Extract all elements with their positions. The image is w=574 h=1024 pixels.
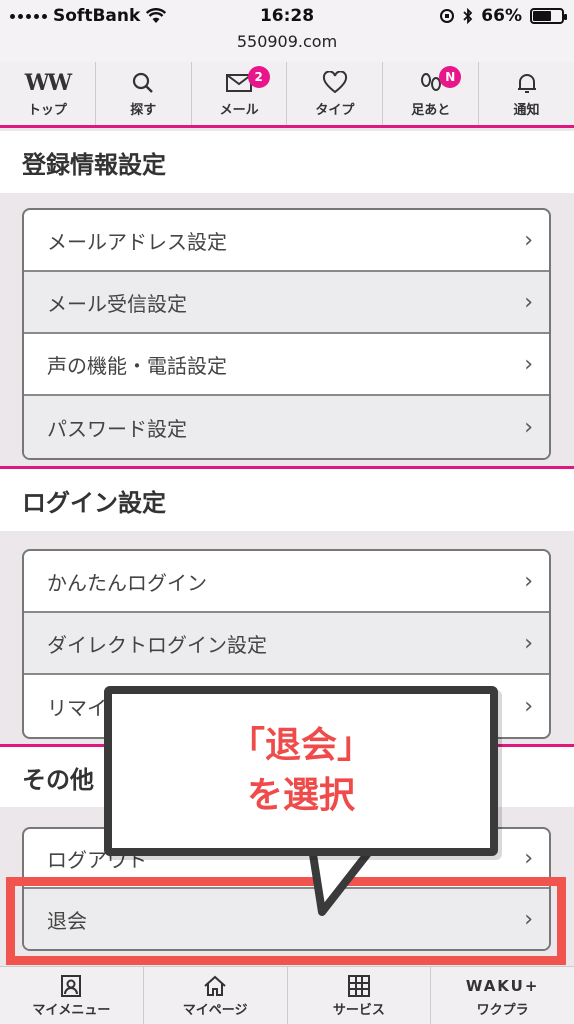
search-icon <box>133 72 154 93</box>
chevron-right-icon: › <box>524 845 533 871</box>
callout-line1: 「退会」 <box>228 725 373 766</box>
bottom-nav-mymenu[interactable]: マイメニュー <box>0 967 144 1024</box>
url-bar[interactable]: 550909.com <box>0 32 574 51</box>
bottom-nav-mymenu-label: マイメニュー <box>32 1003 111 1018</box>
list-item-voice-phone[interactable]: 声の機能・電話設定 › <box>24 334 549 396</box>
bluetooth-icon <box>463 8 473 24</box>
status-bar: SoftBank 16:28 66% 550909.com <box>0 0 574 62</box>
heart-icon <box>322 71 347 94</box>
bottom-nav-mypage[interactable]: マイページ <box>144 967 288 1024</box>
bottom-nav-wakuplus-label: ワクプラ <box>476 1003 529 1018</box>
footprint-badge: N <box>439 66 462 88</box>
chevron-right-icon: › <box>524 227 533 253</box>
nav-type[interactable]: タイプ <box>287 62 384 125</box>
nav-notifications-label: 通知 <box>513 103 540 118</box>
list-item-label: かんたんログイン <box>47 570 207 595</box>
section-title-registration: 登録情報設定 <box>0 131 574 193</box>
top-nav: WW トップ 探す 2 メール タイプ N 足あと 通知 <box>0 62 574 128</box>
bottom-nav-mypage-label: マイページ <box>182 1003 248 1018</box>
bottom-nav-service-label: サービス <box>332 1003 385 1018</box>
list-item-mail-address[interactable]: メールアドレス設定 › <box>24 210 549 272</box>
nav-footprints[interactable]: N 足あと <box>383 62 480 125</box>
list-item-label: メール受信設定 <box>47 291 187 316</box>
chevron-right-icon: › <box>524 414 533 440</box>
list-item-label: 声の機能・電話設定 <box>47 353 227 378</box>
nav-search-label: 探す <box>130 103 157 118</box>
section-title-login: ログイン設定 <box>0 469 574 531</box>
bottom-nav-service[interactable]: サービス <box>288 967 432 1024</box>
nav-footprints-label: 足あと <box>411 103 451 118</box>
list-item-direct-login[interactable]: ダイレクトログイン設定 › <box>24 613 549 675</box>
battery-percent: 66% <box>481 6 522 26</box>
list-item-label: リマイ <box>47 695 107 720</box>
bottom-nav: マイメニュー マイページ サービス WAKU+ ワクプラ <box>0 966 574 1024</box>
list-item-label: メールアドレス設定 <box>47 229 227 254</box>
ww-logo: WW <box>24 70 72 96</box>
orientation-lock-icon <box>440 9 455 23</box>
battery-icon <box>530 8 567 24</box>
nav-top-label: トップ <box>27 103 67 118</box>
chevron-right-icon: › <box>524 289 533 315</box>
mail-badge: 2 <box>247 66 270 88</box>
list-item-mail-receive[interactable]: メール受信設定 › <box>24 272 549 334</box>
bell-icon <box>517 74 536 93</box>
chevron-right-icon: › <box>524 630 533 656</box>
nav-top[interactable]: WW トップ <box>0 62 96 125</box>
callout-bubble: 「退会」 を選択 <box>104 686 498 856</box>
callout-line2: を選択 <box>246 775 355 816</box>
wakuplus-logo: WAKU+ <box>465 977 540 995</box>
callout-tail <box>308 846 376 916</box>
list-item-easy-login[interactable]: かんたんログイン › <box>24 551 549 613</box>
bottom-nav-wakuplus[interactable]: WAKU+ ワクプラ <box>431 967 574 1024</box>
nav-type-label: タイプ <box>315 103 355 118</box>
list-item-label: ダイレクトログイン設定 <box>47 632 267 657</box>
highlight-box <box>6 877 566 965</box>
list-item-password[interactable]: パスワード設定 › <box>24 396 549 458</box>
registration-settings-list: メールアドレス設定 › メール受信設定 › 声の機能・電話設定 › パスワード設定 › <box>22 208 551 460</box>
profile-icon <box>61 975 82 997</box>
nav-mail[interactable]: 2 メール <box>192 62 288 125</box>
chevron-right-icon: › <box>524 693 533 719</box>
list-item-label: パスワード設定 <box>47 416 187 441</box>
home-icon <box>204 975 226 996</box>
grid-icon <box>347 975 370 997</box>
chevron-right-icon: › <box>524 568 533 594</box>
nav-mail-label: メール <box>219 103 259 118</box>
nav-search[interactable]: 探す <box>96 62 192 125</box>
nav-notifications[interactable]: 通知 <box>479 62 574 125</box>
chevron-right-icon: › <box>524 351 533 377</box>
